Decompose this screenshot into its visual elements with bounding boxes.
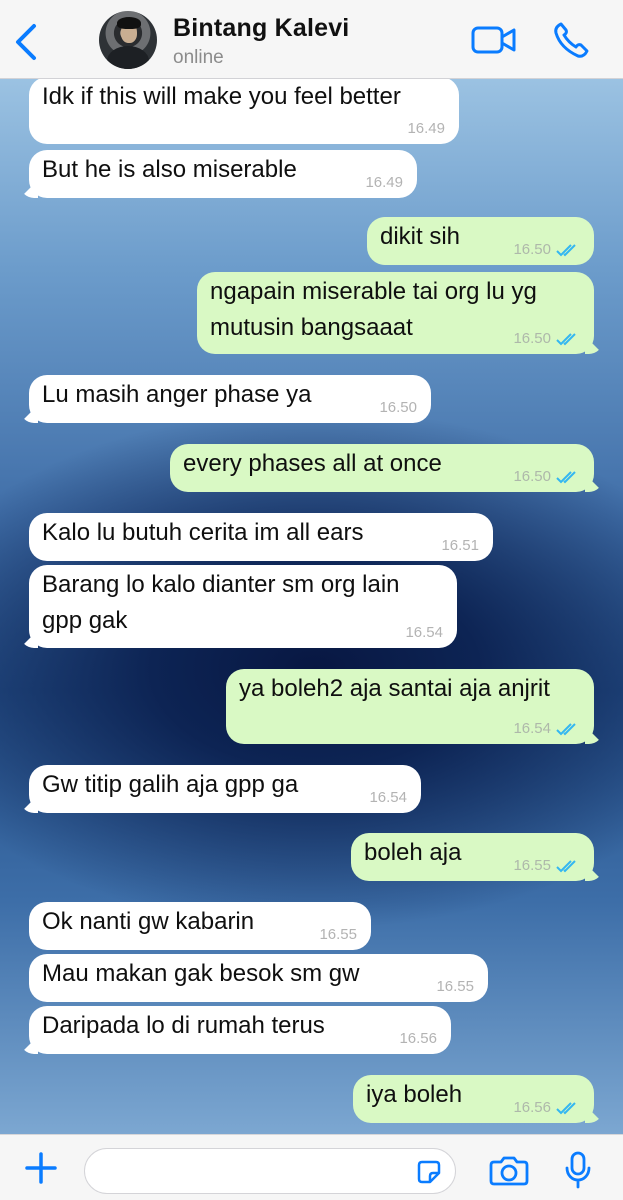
message-time: 16.55 [436,978,474,995]
message-time: 16.54 [405,624,443,641]
microphone-icon[interactable] [564,1151,592,1189]
message-text: Daripada lo di rumah terus [42,1012,325,1039]
message-time: 16.54 [513,720,551,737]
message-bubble-incoming[interactable]: Gw titip galih aja gpp ga 16.54 [29,765,421,813]
contact-status: online [173,47,224,68]
message-text: ya boleh2 aja santai aja anjrit [239,675,550,702]
chat-thread[interactable]: Idk if this will make you feel better 16… [0,79,623,1134]
message-time: 16.56 [399,1030,437,1047]
sticker-icon[interactable] [415,1158,443,1186]
read-check-icon [556,244,576,257]
message-time: 16.55 [319,926,357,943]
avatar[interactable] [99,11,157,69]
message-time: 16.50 [513,330,551,347]
message-time: 16.50 [379,399,417,416]
message-time: 16.49 [365,174,403,191]
message-bubble-incoming[interactable]: But he is also miserable 16.49 [29,150,417,198]
read-check-icon [556,1102,576,1115]
message-time: 16.54 [369,789,407,806]
message-text: Gw titip galih aja gpp ga [42,771,299,798]
contact-name[interactable]: Bintang Kalevi [173,14,349,43]
plus-icon[interactable] [24,1151,58,1185]
message-time: 16.49 [407,120,445,137]
chevron-left-icon[interactable] [10,22,44,62]
avatar-body-shape [107,46,149,69]
message-text: Lu masih anger phase ya [42,381,312,408]
read-check-icon [556,723,576,736]
message-text: Kalo lu butuh cerita im all ears [42,519,364,546]
message-bubble-outgoing[interactable]: iya boleh 16.56 [353,1075,594,1123]
camera-icon[interactable] [489,1154,529,1186]
message-bubble-incoming[interactable]: Daripada lo di rumah terus 16.56 [29,1006,451,1054]
message-bubble-outgoing[interactable]: every phases all at once 16.50 [170,444,594,492]
message-bubble-outgoing[interactable]: boleh aja 16.55 [351,833,594,881]
message-input[interactable] [101,1158,415,1186]
message-bubble-incoming[interactable]: Mau makan gak besok sm gw 16.55 [29,954,488,1002]
avatar-hair-shape [117,17,141,29]
message-bubble-incoming[interactable]: Lu masih anger phase ya 16.50 [29,375,431,423]
message-text: Mau makan gak besok sm gw [42,960,360,987]
message-time: 16.50 [513,468,551,485]
message-text: But he is also miserable [42,156,297,183]
message-bubble-outgoing[interactable]: dikit sih 16.50 [367,217,594,265]
message-text: Ok nanti gw kabarin [42,908,255,935]
message-time: 16.55 [513,857,551,874]
message-time: 16.51 [441,537,479,554]
message-time: 16.50 [513,241,551,258]
message-text: Barang lo kalo dianter sm org lain gpp g… [42,571,400,634]
read-check-icon [556,333,576,346]
phone-icon[interactable] [552,20,590,60]
chat-header: Bintang Kalevi online [0,0,623,79]
message-bubble-incoming[interactable]: Kalo lu butuh cerita im all ears 16.51 [29,513,493,561]
message-bubble-incoming[interactable]: Idk if this will make you feel better 16… [29,79,459,144]
message-bubble-incoming[interactable]: Barang lo kalo dianter sm org lain gpp g… [29,565,457,648]
message-time: 16.56 [513,1099,551,1116]
read-check-icon [556,471,576,484]
message-bubble-outgoing[interactable]: ngapain miserable tai org lu yg mutusin … [197,272,594,354]
message-text: Idk if this will make you feel better [42,83,401,110]
message-bubble-incoming[interactable]: Ok nanti gw kabarin 16.55 [29,902,371,950]
message-composer [0,1134,623,1200]
message-input-container [84,1148,456,1194]
video-camera-icon[interactable] [471,24,517,56]
message-bubble-outgoing[interactable]: ya boleh2 aja santai aja anjrit 16.54 [226,669,594,744]
read-check-icon [556,860,576,873]
